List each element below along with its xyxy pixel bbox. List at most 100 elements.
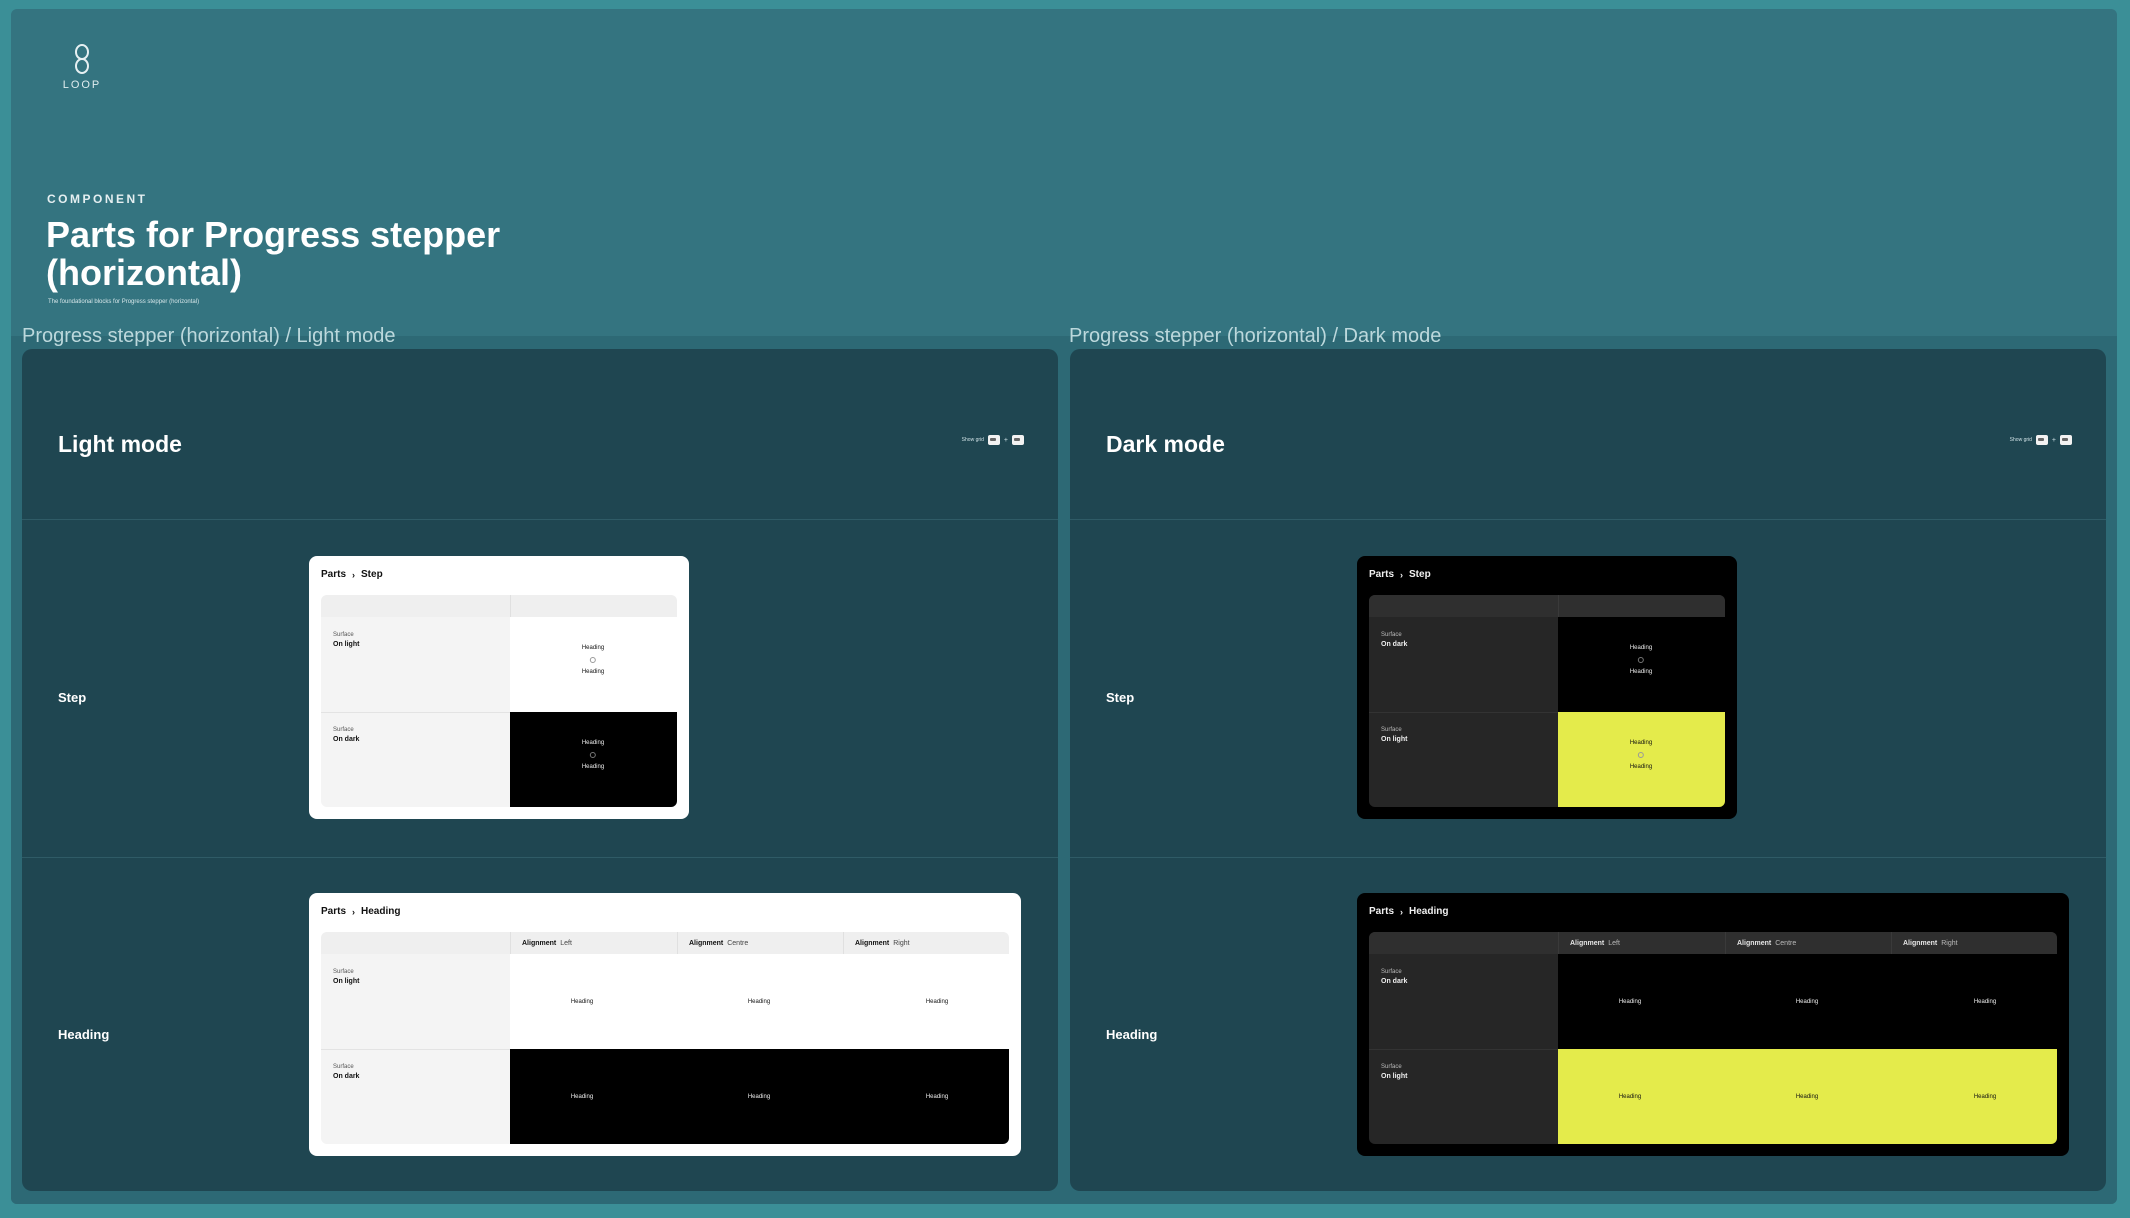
step-preview: Heading Heading: [581, 740, 605, 770]
step-preview: Heading Heading: [581, 645, 605, 675]
section-label-light: Progress stepper (horizontal) / Light mo…: [22, 325, 396, 347]
heading-left-sample: Heading: [1618, 999, 1642, 1005]
table-header: [1369, 932, 1558, 954]
logo-text: LOOP: [62, 79, 102, 91]
grid-toggle-off-icon[interactable]: [987, 435, 1000, 445]
show-grid-toggle[interactable]: Show grid +: [2010, 435, 2072, 445]
table-header: [1369, 595, 1558, 617]
row-divider: [1070, 857, 2106, 858]
chevron-right-icon: ›: [1400, 569, 1404, 580]
column-divider: [1558, 932, 1559, 954]
heading-centre-sample: Heading: [747, 999, 771, 1005]
column-divider: [1891, 932, 1892, 954]
heading-left-sample: Heading: [570, 999, 594, 1005]
light-mode-panel: Light mode Show grid + Step Heading Part…: [22, 349, 1058, 1191]
section-label-dark: Progress stepper (horizontal) / Dark mod…: [1069, 325, 1442, 347]
loop-logo: LOOP: [47, 43, 117, 91]
parts-table: Surface On light Surface On dark Heading…: [321, 595, 677, 807]
step-parts-card: Parts › Step Surface On dark Surface On …: [1357, 556, 1737, 819]
step-preview: Heading Heading: [1629, 740, 1653, 770]
breadcrumb: Parts › Heading: [1369, 906, 1448, 917]
heading-left-sample: Heading: [1618, 1094, 1642, 1100]
show-grid-toggle[interactable]: Show grid +: [962, 435, 1024, 445]
row-label: Surface On dark: [1381, 969, 1408, 985]
heading-right-sample: Heading: [925, 999, 949, 1005]
grid-toggle-on-icon[interactable]: [1012, 435, 1024, 445]
column-header-centre: Alignment Centre: [677, 932, 843, 954]
dark-mode-panel: Dark mode Show grid + Step Heading Parts…: [1070, 349, 2106, 1191]
breadcrumb-leaf: Step: [1409, 569, 1431, 580]
breadcrumb: Parts › Step: [321, 569, 383, 580]
column-divider: [1558, 595, 1559, 617]
row-label: Surface On dark: [333, 727, 360, 743]
step-indicator-icon: [589, 657, 596, 663]
heading-samples-on-light: Heading Heading Heading: [510, 954, 1009, 1049]
heading-right-sample: Heading: [925, 1094, 949, 1100]
table-header: [1558, 595, 1725, 617]
breadcrumb-leaf: Heading: [1409, 906, 1449, 917]
canvas-frame: LOOP COMPONENT Parts for Progress steppe…: [11, 9, 2117, 1204]
step-indicator-icon: [1637, 752, 1644, 758]
breadcrumb: Parts › Heading: [321, 906, 400, 917]
row-label-heading: Heading: [58, 1027, 110, 1042]
column-header-left: Alignment Left: [510, 932, 677, 954]
column-divider: [843, 932, 844, 954]
chevron-right-icon: ›: [1400, 906, 1404, 917]
row-label-heading: Heading: [1106, 1027, 1158, 1042]
panel-header: Light mode Show grid +: [22, 349, 1058, 520]
column-divider: [1725, 932, 1726, 954]
column-header-right: Alignment Right: [843, 932, 1009, 954]
step-sample-on-light: Heading Heading: [1558, 712, 1725, 807]
hero: LOOP COMPONENT Parts for Progress steppe…: [11, 9, 2117, 337]
row-label: Surface On light: [333, 632, 360, 648]
step-sample-on-dark: Heading Heading: [1558, 617, 1725, 712]
parts-table: Surface On dark Surface On light Heading…: [1369, 595, 1725, 807]
chevron-right-icon: ›: [352, 569, 356, 580]
heading-left-sample: Heading: [570, 1094, 594, 1100]
row-divider: [22, 857, 1058, 858]
step-indicator-icon: [1637, 657, 1644, 663]
panel-title: Light mode: [58, 431, 182, 457]
page-description: The foundational blocks for Progress ste…: [48, 299, 200, 305]
breadcrumb-root[interactable]: Parts: [321, 906, 346, 917]
table-header: [321, 595, 510, 617]
heading-samples-on-light: Heading Heading Heading: [1558, 1049, 2057, 1144]
table-header: [321, 932, 510, 954]
table-header: [510, 595, 677, 617]
breadcrumb-leaf: Heading: [361, 906, 401, 917]
step-parts-card: Parts › Step Surface On light Surface On…: [309, 556, 689, 819]
breadcrumb-root[interactable]: Parts: [1369, 569, 1394, 580]
grid-toggle-off-icon[interactable]: [2035, 435, 2048, 445]
plus-icon: +: [2051, 436, 2056, 444]
step-sample-on-dark: Heading Heading: [510, 712, 677, 807]
step-preview: Heading Heading: [1629, 645, 1653, 675]
plus-icon: +: [1003, 436, 1008, 444]
heading-samples-on-dark: Heading Heading Heading: [510, 1049, 1009, 1144]
row-label: Surface On dark: [1381, 632, 1408, 648]
row-label: Surface On light: [1381, 1064, 1408, 1080]
heading-samples-on-dark: Heading Heading Heading: [1558, 954, 2057, 1049]
parts-table: Alignment Left Alignment Centre Alignment R…: [1369, 932, 2057, 1144]
column-header-left: Alignment Left: [1558, 932, 1725, 954]
grid-toggle-on-icon[interactable]: [2060, 435, 2072, 445]
column-divider: [510, 595, 511, 617]
heading-centre-sample: Heading: [1795, 1094, 1819, 1100]
column-header-right: Alignment Right: [1891, 932, 2057, 954]
row-label-step: Step: [58, 690, 87, 705]
column-divider: [677, 932, 678, 954]
heading-right-sample: Heading: [1973, 1094, 1997, 1100]
page-title: Parts for Progress stepper (horizontal): [46, 214, 501, 293]
breadcrumb-root[interactable]: Parts: [321, 569, 346, 580]
step-sample-on-light: Heading Heading: [510, 617, 677, 712]
step-indicator-icon: [589, 752, 596, 758]
heading-parts-card: Parts › Heading Alignment Left Alignment C…: [309, 893, 1021, 1156]
row-label-step: Step: [1106, 690, 1135, 705]
row-divider: [321, 1049, 510, 1050]
breadcrumb-root[interactable]: Parts: [1369, 906, 1394, 917]
breadcrumb-leaf: Step: [361, 569, 383, 580]
show-grid-label: Show grid: [2009, 437, 2032, 443]
panel-header: Dark mode Show grid +: [1070, 349, 2106, 520]
breadcrumb: Parts › Step: [1369, 569, 1431, 580]
row-label: Surface On light: [1381, 727, 1408, 743]
row-divider: [1369, 712, 1558, 713]
